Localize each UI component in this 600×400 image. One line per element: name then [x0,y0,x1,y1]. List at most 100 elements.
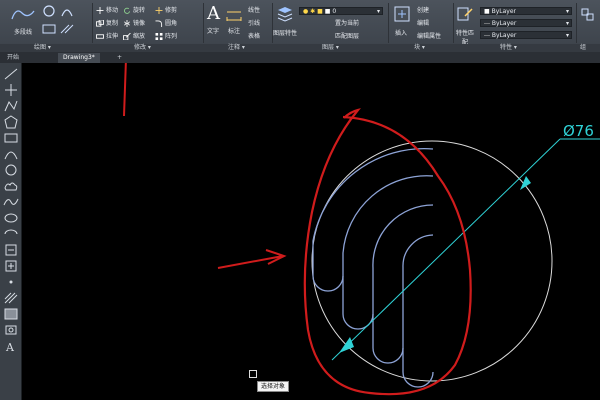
array-icon [155,33,163,40]
line-tool-icon[interactable] [3,67,19,81]
trim-button[interactable]: 修剪 [155,7,177,15]
fillet-label: 圆角 [165,20,178,27]
scale-button[interactable]: 缩放 [123,33,145,41]
polyline-tool-icon[interactable] [3,99,19,113]
stretch-label: 拉伸 [106,33,119,40]
groups-panel-label[interactable]: 组 [580,44,586,52]
lineweight-dropdown[interactable]: ― ByLayer ▾ [480,31,572,39]
construction-line-icon[interactable] [3,83,19,97]
rotate-icon [124,7,131,14]
leader-button[interactable]: 引线 [248,20,260,28]
chevron-down-icon: ▾ [376,8,380,15]
fillet-icon [155,20,163,27]
gradient-tool-icon[interactable] [3,307,19,321]
group-icon[interactable] [581,8,595,22]
circle-tool-icon[interactable] [3,163,19,177]
dimension-button[interactable]: 标注 [224,26,244,35]
rectangle-tool-icon[interactable] [42,24,56,34]
linetype-icon: ― [484,20,490,27]
ellipse-tool-icon[interactable] [3,211,19,225]
edit-attributes-label: 编辑属性 [417,33,442,40]
left-toolbar: A [0,63,22,400]
text-button[interactable]: 文字 [204,26,222,35]
dimension-icon[interactable] [226,8,242,22]
make-block-icon[interactable] [3,259,19,273]
lightbulb-icon: ● [303,8,309,15]
region-tool-icon[interactable] [3,323,19,337]
rectangle-tool-icon[interactable] [3,131,19,145]
arch-second [342,175,434,314]
mirror-button[interactable]: 镜像 [123,20,145,28]
edit-block-button[interactable]: 编辑 [417,20,429,28]
color-square-icon: ■ [484,8,490,15]
chevron-down-icon: ▾ [565,32,569,39]
copy-icon [96,20,104,27]
lineweight-icon: ― [484,32,490,39]
array-button[interactable]: 阵列 [155,33,177,41]
arc-tool-icon[interactable] [3,147,19,161]
copy-button[interactable]: 复制 [96,20,118,28]
color-dropdown[interactable]: ■ ByLayer ▾ [480,7,572,15]
match-properties-icon[interactable] [457,6,473,22]
properties-panel-label[interactable]: 特性 ▾ [500,44,517,52]
current-layer-dropdown[interactable]: ● ✱ ■ ■ 0 ▾ [299,7,383,15]
drawing-canvas[interactable]: Ø76 选择对象 [22,63,600,400]
rotate-label: 旋转 [133,7,146,14]
revision-cloud-icon[interactable] [3,179,19,193]
edit-block-label: 编辑 [417,20,430,27]
annotation-panel-label[interactable]: 注释 ▾ [228,44,245,52]
cursor-tooltip: 选择对象 [257,381,290,392]
copy-label: 复制 [106,20,119,27]
move-label: 移动 [106,7,119,14]
table-button[interactable]: 表格 [248,33,260,41]
linetype-value: ByLayer [491,20,517,27]
layer-properties-button[interactable]: 图层特性 [273,28,297,37]
rotate-tool-pointer-arrow [123,63,127,117]
linear-label: 线性 [248,7,261,14]
chevron-down-icon: ▾ [565,8,569,15]
block-panel-label[interactable]: 块 ▾ [414,44,425,52]
arch-inner [402,234,434,372]
color-swatch-icon: ■ [324,8,331,15]
hatch-tool-icon[interactable] [60,24,74,34]
match-layer-button[interactable]: 匹配图层 [335,33,359,41]
diameter-label: Ø76 [563,122,594,140]
layer-properties-icon[interactable] [276,6,294,22]
edit-attributes-button[interactable]: 编辑属性 [417,33,441,41]
polygon-tool-icon[interactable] [3,115,19,129]
spline-tool-icon[interactable] [3,195,19,209]
stretch-button[interactable]: 拉伸 [96,33,118,41]
new-tab-button[interactable]: + [112,53,127,63]
layers-panel-label[interactable]: 图层 ▾ [322,44,339,52]
arc-tool-icon[interactable] [60,4,74,18]
svg-text:A: A [5,341,15,353]
hatch-tool-icon[interactable] [3,291,19,305]
leader-label: 引线 [248,20,261,27]
fillet-button[interactable]: 圆角 [155,20,177,28]
panel-label-bar: 绘图 ▾ 修改 ▾ 注释 ▾ 图层 ▾ 块 ▾ 特性 ▾ 组 [0,44,600,52]
linetype-dropdown[interactable]: ― ByLayer ▾ [480,19,572,27]
text-icon[interactable]: A [207,4,220,24]
rotate-button[interactable]: 旋转 [123,7,145,15]
make-current-button[interactable]: 置为当前 [335,20,359,28]
arch-shape [312,147,434,388]
create-block-label: 创建 [417,7,430,14]
stretch-icon [96,34,104,39]
tab-start[interactable]: 开始 [2,53,24,63]
ellipse-arc-icon[interactable] [3,227,19,241]
move-button[interactable]: 移动 [96,7,118,15]
draw-panel-label[interactable]: 绘图 ▾ [34,44,51,52]
insert-block-icon[interactable] [394,6,410,22]
dimension-arrow-end [520,176,531,190]
insert-button[interactable]: 插入 [389,28,413,37]
create-block-button[interactable]: 创建 [417,7,429,15]
point-tool-icon[interactable] [3,275,19,289]
multiline-text-icon[interactable]: A [3,339,19,353]
linear-dimension-button[interactable]: 线性 [248,7,260,15]
insert-block-icon[interactable] [3,243,19,257]
polyline-button[interactable]: 多段线 [8,27,38,36]
tab-drawing3[interactable]: Drawing3* [58,53,100,63]
polyline-icon[interactable] [10,5,36,23]
modify-panel-label[interactable]: 修改 ▾ [134,44,151,52]
circle-tool-icon[interactable] [42,4,56,18]
